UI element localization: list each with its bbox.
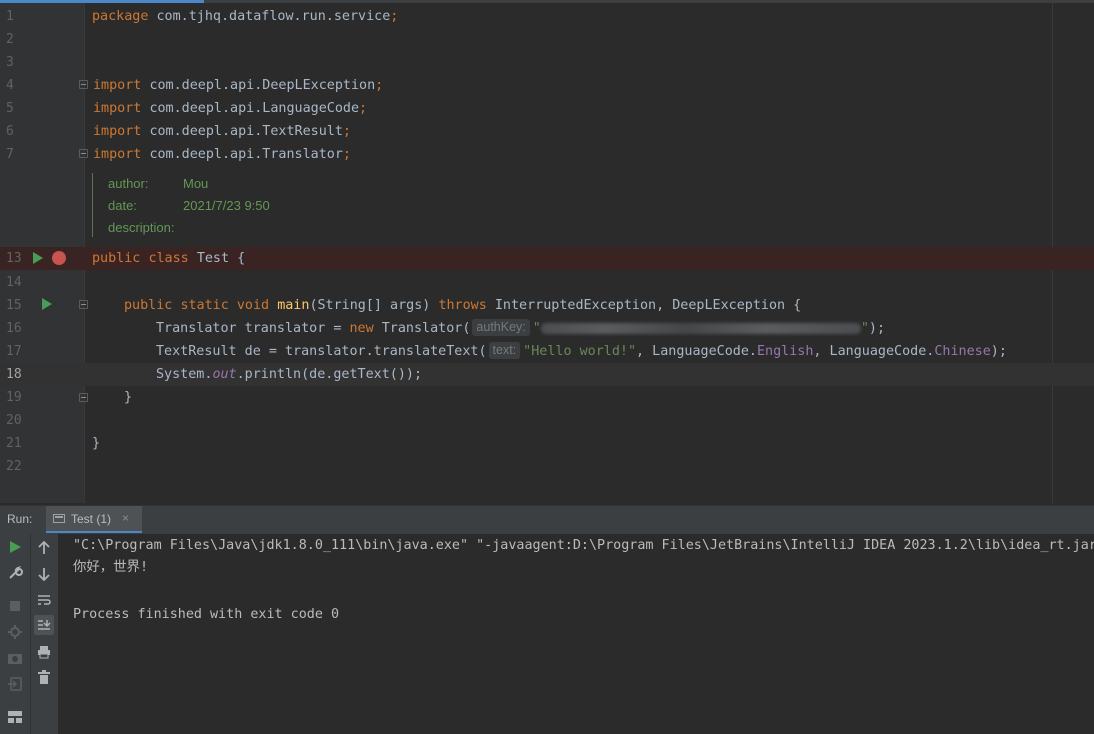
doc-comment-bar — [92, 173, 93, 237]
import-statement: import com.deepl.api.DeepLException; — [93, 78, 384, 93]
layout-button[interactable] — [5, 707, 25, 727]
run-tab-test[interactable]: Test (1) × — [46, 506, 142, 533]
run-console-output[interactable]: "C:\Program Files\Java\jdk1.8.0_111\bin\… — [59, 534, 1094, 734]
import-statement: import com.deepl.api.LanguageCode; — [93, 101, 368, 116]
code-line: 21 } — [0, 432, 1094, 455]
line-number: 18 — [6, 367, 22, 382]
code-line: 4 import com.deepl.api.DeepLException; — [0, 74, 1094, 97]
line-number: 13 — [6, 251, 22, 266]
run-panel-header: Run: Test (1) × — [0, 505, 1094, 534]
print-icon — [38, 646, 50, 659]
scroll-to-end-icon — [38, 620, 51, 630]
layout-icon — [8, 711, 22, 723]
line-number: 22 — [6, 459, 22, 474]
line-number: 5 — [6, 101, 14, 116]
fold-toggle-icon[interactable] — [79, 393, 88, 402]
doc-author: author: Mou — [108, 176, 209, 191]
dump-threads-button[interactable] — [5, 648, 25, 668]
down-button[interactable] — [34, 564, 54, 584]
line-number: 3 — [6, 55, 14, 70]
line-number: 1 — [6, 9, 14, 24]
console-command-line: "C:\Program Files\Java\jdk1.8.0_111\bin\… — [73, 538, 1094, 553]
run-main-icon[interactable] — [42, 298, 52, 310]
doc-description: description: — [108, 220, 175, 235]
main-method-declaration: public static void main(String[] args) t… — [124, 298, 802, 313]
code-line: 6 import com.deepl.api.TextResult; — [0, 120, 1094, 143]
stop-button[interactable] — [5, 596, 25, 616]
soft-wrap-button[interactable] — [34, 590, 54, 610]
code-line: 17 TextResult de = translator.translateT… — [0, 340, 1094, 363]
code-line: 19 } — [0, 386, 1094, 409]
line-number: 15 — [6, 298, 22, 313]
param-hint-authkey: authKey: — [472, 319, 530, 336]
run-tab-label: Test (1) — [71, 512, 112, 526]
fold-toggle-icon[interactable] — [79, 149, 88, 158]
console-output-line: 你好，世界! — [73, 560, 149, 575]
console-exit-line: Process finished with exit code 0 — [73, 607, 340, 622]
line-number: 14 — [6, 275, 22, 290]
line-number: 19 — [6, 390, 22, 405]
param-hint-text: text: — [488, 342, 521, 359]
println-statement: System.out.println(de.getText()); — [156, 367, 423, 382]
fold-toggle-icon[interactable] — [79, 300, 88, 309]
gear-icon — [8, 625, 22, 639]
fold-toggle-icon[interactable] — [79, 80, 88, 89]
line-number: 20 — [6, 413, 22, 428]
arrow-up-icon — [38, 541, 50, 554]
clear-all-button[interactable] — [34, 667, 54, 687]
scroll-to-end-button[interactable] — [34, 615, 54, 635]
breakpoint-icon[interactable] — [52, 251, 66, 265]
code-line: 15 public static void main(String[] args… — [0, 294, 1094, 317]
line-number: 7 — [6, 147, 14, 162]
code-line: 5 import com.deepl.api.LanguageCode; — [0, 97, 1094, 120]
up-button[interactable] — [34, 538, 54, 558]
rerun-button[interactable] — [5, 537, 25, 557]
edit-configuration-button[interactable] — [5, 563, 25, 583]
rendered-doc-comment[interactable]: author: Mou date: 2021/7/23 9:50 descripti… — [92, 171, 1052, 240]
run-class-icon[interactable] — [33, 252, 43, 264]
arrow-down-icon — [38, 568, 50, 581]
method-close-brace: } — [124, 390, 133, 405]
class-declaration: public class Test { — [92, 251, 246, 266]
code-line-breakpoint: 13 public class Test { — [0, 247, 1094, 270]
line-number: 21 — [6, 436, 22, 451]
close-tab-icon[interactable]: × — [122, 511, 129, 525]
code-line: 7 import com.deepl.api.Translator; — [0, 143, 1094, 166]
exit-button[interactable] — [5, 674, 25, 694]
code-line-current: 18 System.out.println(de.getText()); — [0, 363, 1094, 386]
run-panel-title: Run: — [7, 512, 33, 526]
redacted-auth-key — [540, 322, 861, 334]
line-number: 16 — [6, 321, 22, 336]
camera-icon — [8, 654, 22, 664]
translate-statement: TextResult de = translator.translateText… — [156, 342, 1007, 359]
exit-icon — [8, 677, 22, 691]
play-icon — [10, 541, 21, 553]
code-line: 16 Translator translator = new Translato… — [0, 317, 1094, 340]
code-line: 1 package com.tjhq.dataflow.run.service; — [0, 5, 1094, 28]
code-editor[interactable]: 1 package com.tjhq.dataflow.run.service;… — [0, 3, 1094, 503]
line-number: 17 — [6, 344, 22, 359]
line-number: 4 — [6, 78, 14, 93]
print-button[interactable] — [34, 642, 54, 662]
run-toolbar-primary — [0, 534, 31, 734]
package-statement: package com.tjhq.dataflow.run.service; — [92, 9, 399, 24]
wrench-icon — [9, 566, 23, 579]
stop-icon — [10, 601, 20, 611]
import-statement: import com.deepl.api.Translator; — [93, 147, 351, 162]
console-tab-icon — [53, 514, 65, 523]
run-toolbar-secondary — [31, 534, 59, 734]
restore-layout-button[interactable] — [5, 622, 25, 642]
trash-icon — [38, 670, 50, 684]
class-close-brace: } — [92, 436, 101, 451]
line-number: 2 — [6, 32, 14, 47]
import-statement: import com.deepl.api.TextResult; — [93, 124, 351, 139]
doc-date: date: 2021/7/23 9:50 — [108, 198, 270, 213]
line-number: 6 — [6, 124, 14, 139]
wrap-icon — [38, 595, 51, 605]
translator-statement: Translator translator = new Translator(a… — [156, 319, 886, 336]
